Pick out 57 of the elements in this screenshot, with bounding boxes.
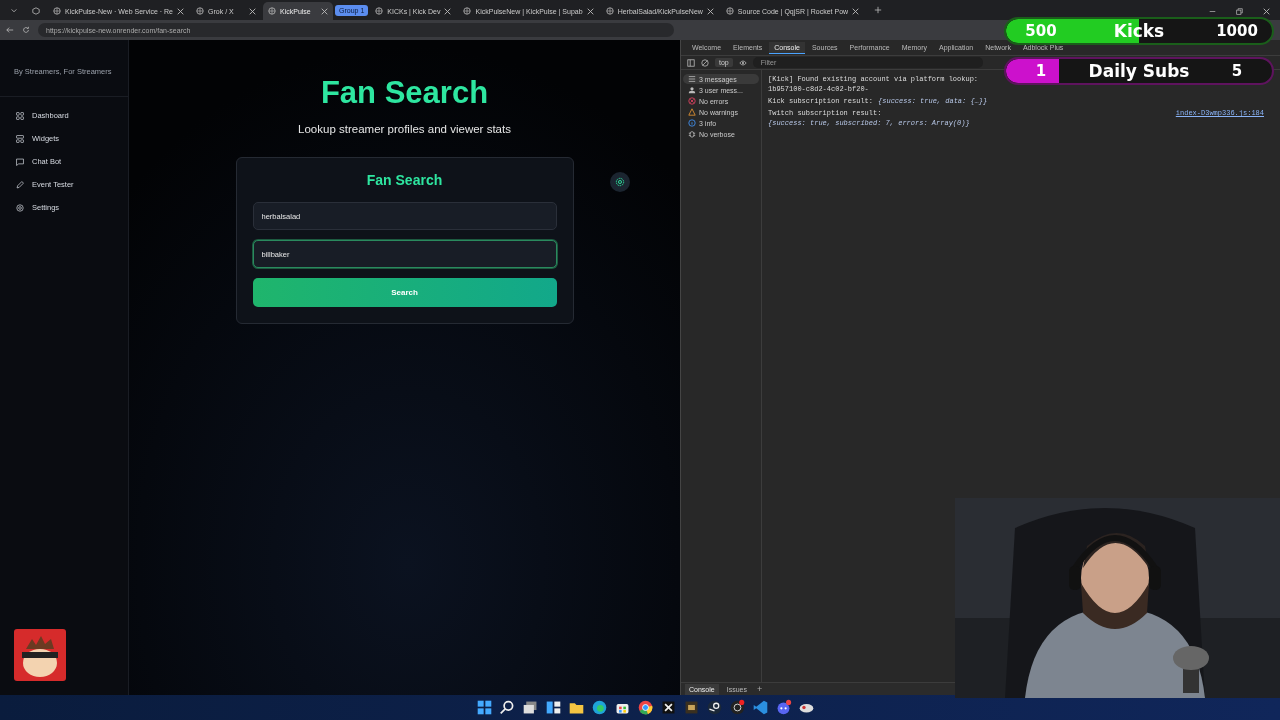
info-icon [688,119,696,127]
close-icon[interactable] [852,7,860,15]
goal-target: 1000 [1215,22,1259,40]
user-icon [688,86,696,94]
page-title: Fan Search [320,75,489,111]
close-icon[interactable] [444,7,452,15]
card-title: Fan Search [365,172,444,188]
globe-icon [463,7,472,15]
close-icon[interactable] [249,7,256,15]
settings-button[interactable] [610,172,630,192]
globe-icon [196,7,204,15]
close-icon[interactable] [177,7,184,15]
warning-icon [688,108,696,116]
list-icon [688,75,696,83]
goal-label: Daily Subs [1087,61,1191,81]
windows-stack-icon[interactable] [522,699,539,716]
globe-icon [605,7,614,15]
grid-icon [16,111,24,120]
page-subtitle: Lookup streamer profiles and viewer stats [298,123,511,135]
globe-icon [725,7,734,15]
layout-icon [16,134,24,143]
chrome-icon[interactable] [637,699,654,716]
avatar-icon [14,629,66,681]
gear-icon [615,177,625,187]
reload-icon[interactable] [22,26,30,34]
browser-icon[interactable] [591,699,608,716]
globe-icon [375,7,384,15]
close-icon[interactable] [1263,7,1270,15]
chat-app-icon[interactable] [775,699,792,716]
start-icon[interactable] [476,699,493,716]
camera-icon[interactable] [729,699,746,716]
close-icon[interactable] [706,7,714,15]
steam-icon[interactable] [706,699,723,716]
app-icon[interactable] [683,699,700,716]
eye-icon[interactable] [738,58,747,67]
chevron-down-icon[interactable] [10,7,18,15]
app-icon[interactable] [660,699,677,716]
clear-icon[interactable] [701,58,709,67]
goal-target: 5 [1230,62,1244,80]
sidebar-toggle-icon[interactable] [687,58,695,67]
close-icon[interactable] [586,7,594,15]
restore-icon[interactable] [1236,7,1243,15]
close-icon[interactable] [321,7,328,15]
widgets-icon[interactable] [545,699,562,716]
globe-icon [53,7,61,15]
code-editor-icon[interactable] [752,699,769,716]
gear-icon [16,203,24,212]
add-tab-button[interactable]: + [754,684,765,694]
plus-icon[interactable] [874,6,883,14]
error-icon [688,97,696,105]
goal-current: 1 [1034,62,1048,80]
goal-current: 500 [1024,22,1058,40]
back-arrow-icon[interactable] [6,26,14,34]
globe-icon [268,7,276,15]
pencil-icon [16,180,24,189]
chat-icon [16,157,24,166]
search-icon[interactable] [499,699,516,716]
